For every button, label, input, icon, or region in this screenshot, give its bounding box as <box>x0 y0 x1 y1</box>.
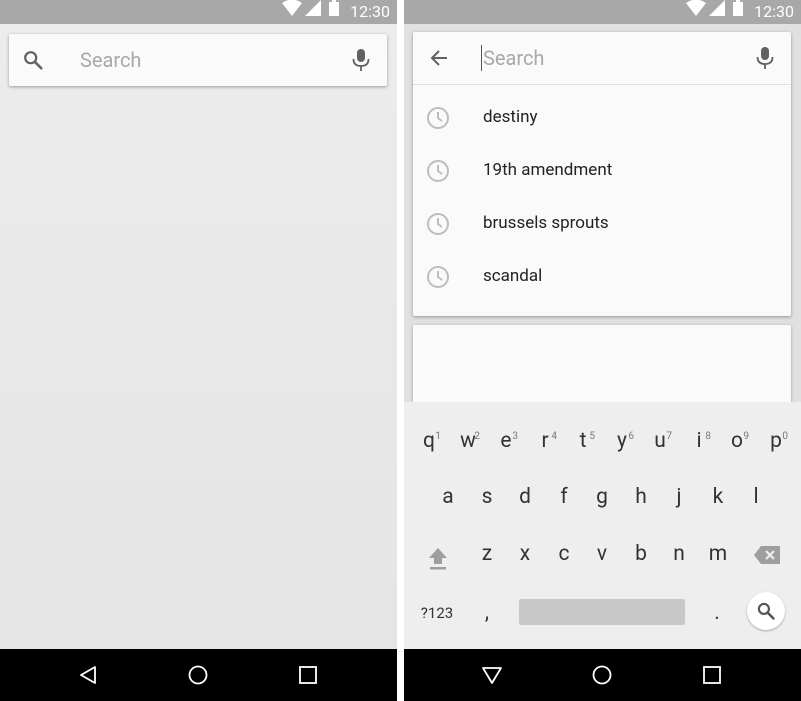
nav-recents-icon[interactable] <box>682 649 742 701</box>
key-g[interactable]: g <box>583 468 621 524</box>
soft-keyboard: q1 w2 e3 r4 t5 y6 u7 i8 o9 p0 a s d f g … <box>404 402 801 649</box>
search-suggestions-card: Search destiny 19th amendment brussels s… <box>413 32 791 316</box>
comma-key[interactable]: , <box>474 596 500 630</box>
search-bar[interactable]: Search <box>9 34 387 86</box>
key-j[interactable]: j <box>660 468 698 524</box>
back-arrow-icon[interactable] <box>427 46 451 70</box>
mic-icon[interactable] <box>349 48 373 72</box>
history-icon <box>427 107 449 129</box>
key-m[interactable]: m <box>699 525 737 581</box>
battery-icon <box>733 0 743 16</box>
nav-home-icon[interactable] <box>168 649 228 701</box>
wifi-icon <box>686 0 706 16</box>
period-key[interactable]: . <box>704 596 730 630</box>
status-bar: 12:30 <box>404 0 801 24</box>
key-e[interactable]: e3 <box>487 412 525 468</box>
nav-home-icon[interactable] <box>572 649 632 701</box>
wifi-icon <box>282 0 302 16</box>
nav-back-icon[interactable] <box>58 649 118 701</box>
key-u[interactable]: u7 <box>641 412 679 468</box>
battery-icon <box>329 0 339 16</box>
key-t[interactable]: t5 <box>564 412 602 468</box>
search-key[interactable] <box>747 592 785 630</box>
key-h[interactable]: h <box>622 468 660 524</box>
key-v[interactable]: v <box>583 525 621 581</box>
left-screen: 12:30 Search <box>0 0 397 701</box>
search-icon <box>757 602 775 620</box>
cell-signal-icon <box>305 0 321 16</box>
key-w[interactable]: w2 <box>449 412 487 468</box>
backspace-icon <box>754 546 780 564</box>
key-c[interactable]: c <box>545 525 583 581</box>
shift-icon <box>429 548 447 570</box>
key-d[interactable]: d <box>506 468 544 524</box>
search-input[interactable]: Search <box>483 46 544 70</box>
suggestion-label: destiny <box>483 107 538 127</box>
cell-signal-icon <box>709 0 725 16</box>
nav-collapse-icon[interactable] <box>462 649 522 701</box>
status-time: 12:30 <box>754 2 794 21</box>
key-o[interactable]: o9 <box>718 412 756 468</box>
right-screen: 12:30 Search destiny 19th amendment brus… <box>404 0 801 701</box>
space-bar[interactable] <box>519 599 685 625</box>
status-time: 12:30 <box>350 2 390 21</box>
shift-key[interactable] <box>423 538 453 578</box>
key-q[interactable]: q1 <box>410 412 448 468</box>
history-icon <box>427 160 449 182</box>
key-x[interactable]: x <box>506 525 544 581</box>
text-cursor <box>481 45 482 71</box>
suggestion-label: scandal <box>483 266 543 286</box>
search-bar: Search <box>413 32 791 85</box>
nav-recents-icon[interactable] <box>278 649 338 701</box>
key-p[interactable]: p0 <box>757 412 795 468</box>
search-input[interactable]: Search <box>80 48 141 72</box>
history-icon <box>427 213 449 235</box>
key-n[interactable]: n <box>660 525 698 581</box>
key-f[interactable]: f <box>545 468 583 524</box>
symbols-key[interactable]: ?123 <box>414 598 460 628</box>
navigation-bar <box>404 649 801 701</box>
key-l[interactable]: l <box>737 468 775 524</box>
backspace-key[interactable] <box>747 538 787 572</box>
search-icon[interactable] <box>21 48 45 72</box>
suggestion-item[interactable]: scandal <box>413 251 791 304</box>
suggestion-label: brussels sprouts <box>483 213 609 233</box>
key-y[interactable]: y6 <box>603 412 641 468</box>
suggestion-item[interactable]: brussels sprouts <box>413 198 791 251</box>
key-a[interactable]: a <box>429 468 467 524</box>
key-b[interactable]: b <box>622 525 660 581</box>
history-icon <box>427 266 449 288</box>
key-z[interactable]: z <box>468 525 506 581</box>
suggestion-item[interactable]: destiny <box>413 92 791 145</box>
key-i[interactable]: i8 <box>680 412 718 468</box>
key-k[interactable]: k <box>699 468 737 524</box>
suggestion-label: 19th amendment <box>483 160 613 180</box>
suggestion-item[interactable]: 19th amendment <box>413 145 791 198</box>
key-s[interactable]: s <box>468 468 506 524</box>
mic-icon[interactable] <box>753 46 777 70</box>
key-r[interactable]: r4 <box>526 412 564 468</box>
status-bar: 12:30 <box>0 0 397 24</box>
navigation-bar <box>0 649 397 701</box>
